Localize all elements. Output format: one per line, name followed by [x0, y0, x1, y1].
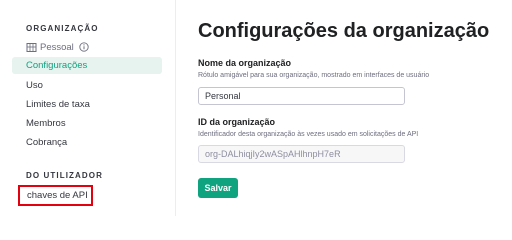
organization-name-label: Nome da organização	[198, 58, 292, 68]
main-content: Configurações da organização Nome da org…	[176, 0, 512, 216]
organization-name: Pessoal	[40, 41, 74, 53]
building-icon	[26, 42, 37, 52]
organization-section-label: ORGANIZAÇÃO	[26, 24, 99, 33]
organization-id-label: ID da organização	[198, 117, 276, 127]
sidebar-item-label: Limites de taxa	[26, 99, 90, 110]
organization-selector[interactable]: Pessoal	[26, 40, 89, 54]
organization-name-input[interactable]	[198, 87, 405, 105]
sidebar-item-label: Configurações	[26, 60, 88, 71]
sidebar-item-label: chaves de API	[27, 190, 88, 201]
user-section-label: DO UTILIZADOR	[26, 171, 103, 180]
sidebar-item-api-keys[interactable]: chaves de API	[18, 185, 93, 206]
sidebar-item-members[interactable]: Membros	[12, 115, 162, 132]
page-title: Configurações da organização	[198, 20, 490, 42]
organization-id-input	[198, 145, 405, 163]
sidebar-item-rate-limits[interactable]: Limites de taxa	[12, 96, 162, 113]
sidebar: ORGANIZAÇÃO Pessoal Configurações Uso Li…	[0, 0, 176, 216]
organization-name-description: Rótulo amigável para sua organização, mo…	[198, 72, 430, 79]
sidebar-item-settings[interactable]: Configurações	[12, 57, 162, 74]
save-button[interactable]: Salvar	[198, 178, 238, 198]
info-icon[interactable]	[79, 42, 89, 52]
sidebar-item-usage[interactable]: Uso	[12, 77, 162, 94]
sidebar-item-label: Membros	[26, 118, 66, 129]
organization-id-description: Identificador desta organização às vezes…	[198, 131, 419, 138]
sidebar-item-label: Uso	[26, 80, 43, 91]
sidebar-item-billing[interactable]: Cobrança	[12, 134, 162, 151]
sidebar-item-label: Cobrança	[26, 137, 68, 148]
